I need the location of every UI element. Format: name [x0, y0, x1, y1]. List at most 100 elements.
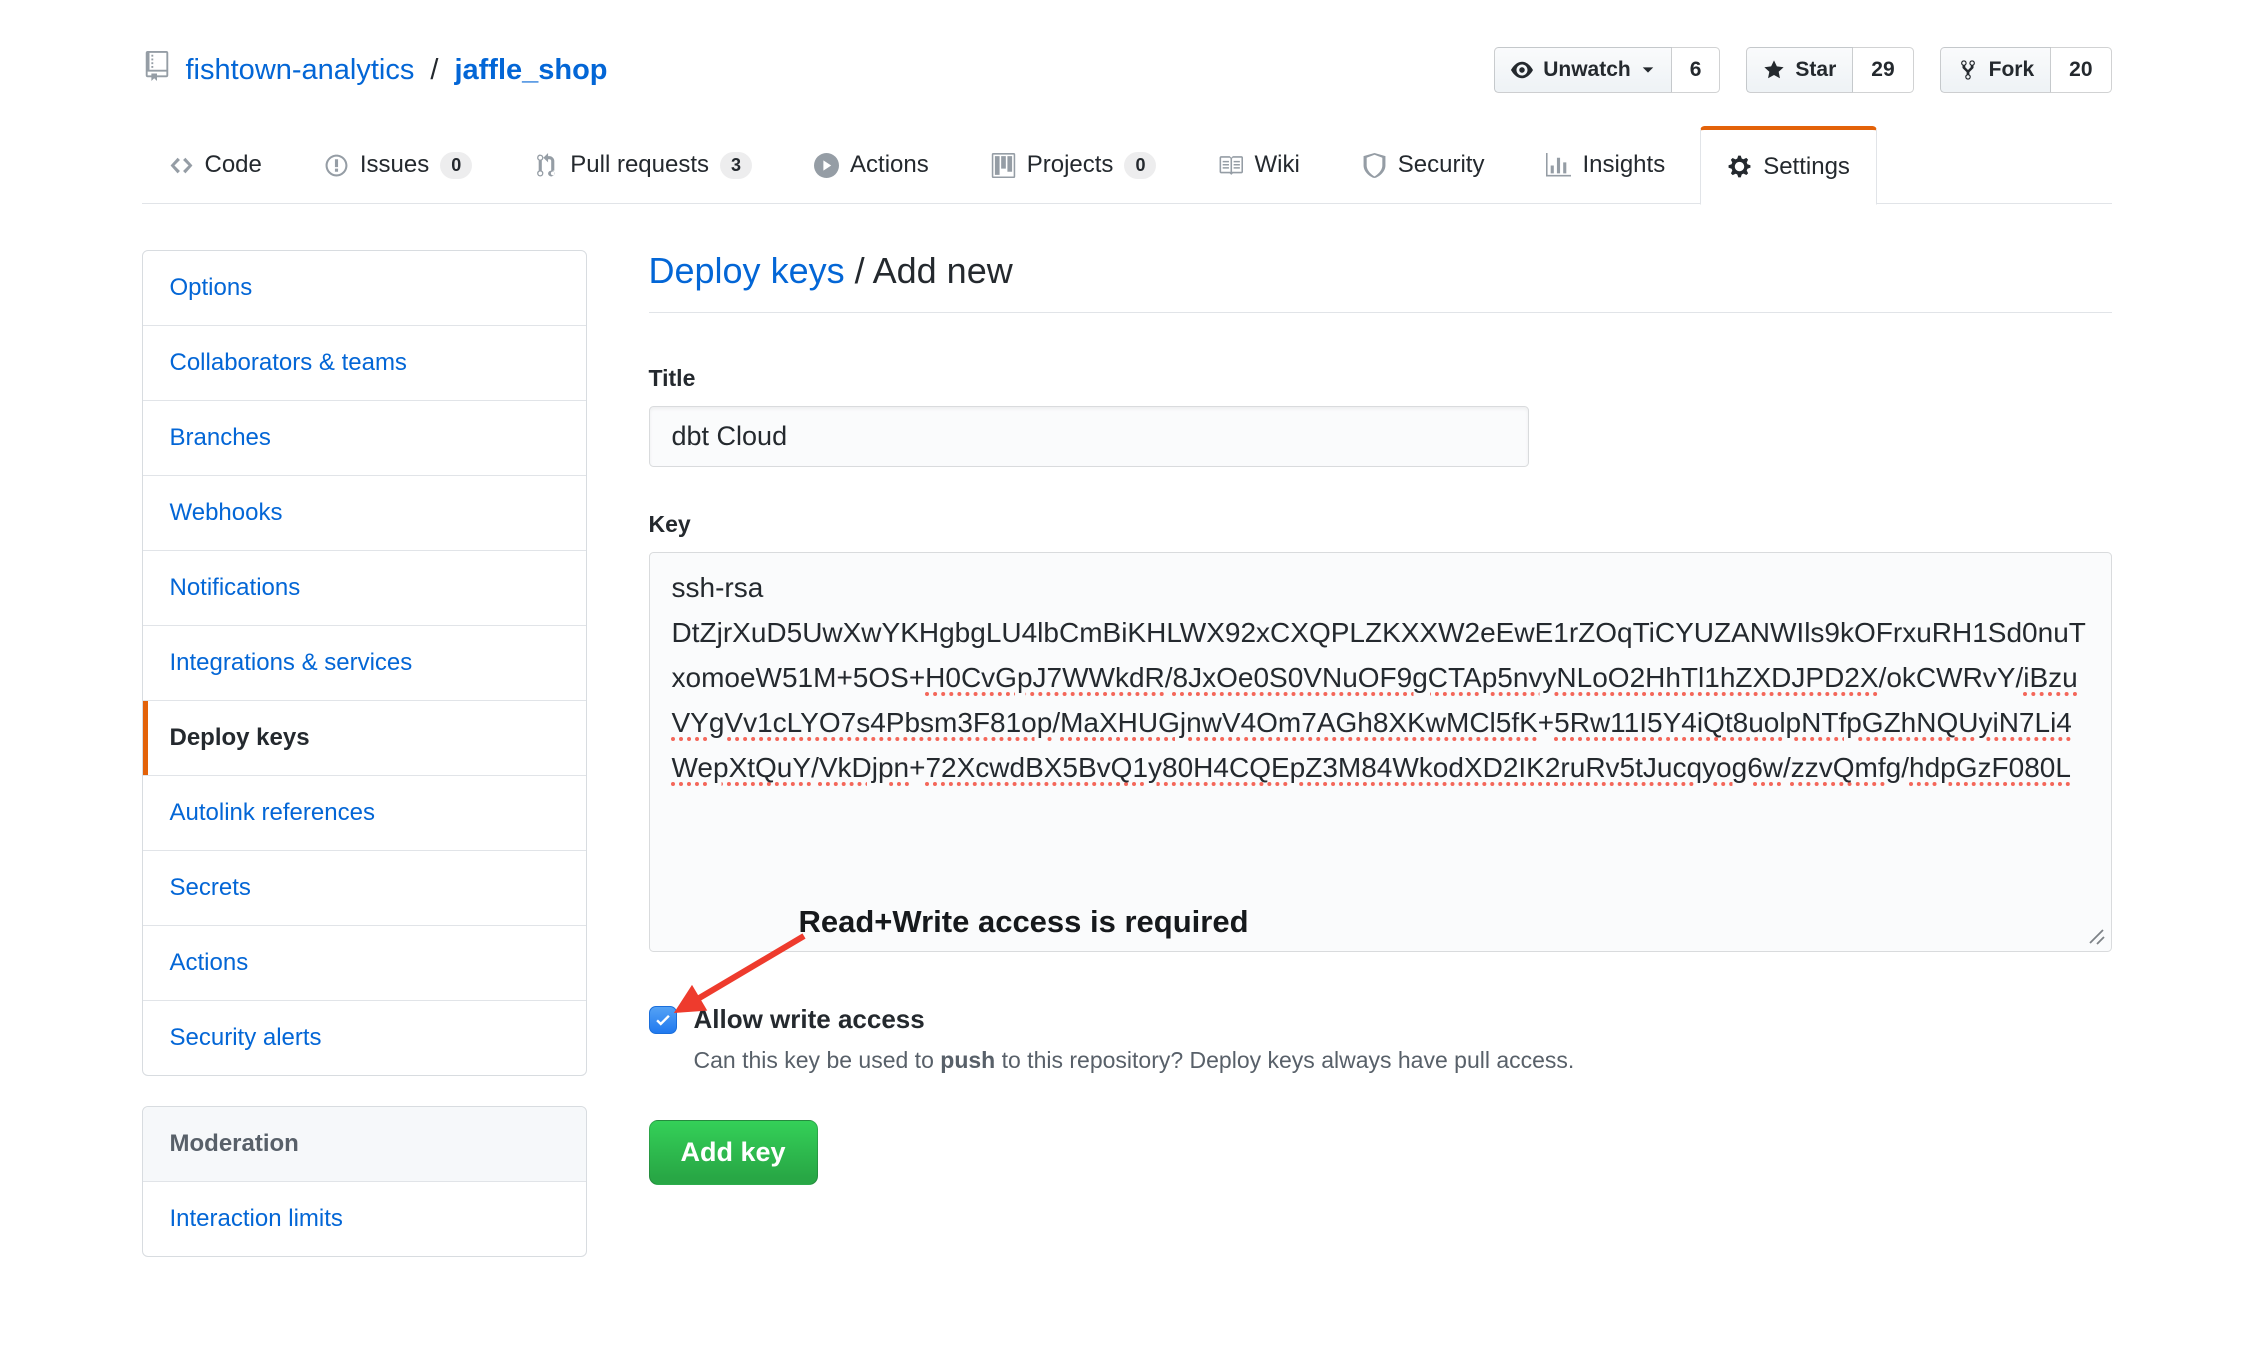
key-textarea[interactable]: ssh-rsa DtZjrXuD5UwXwYKHgbgLU4lbCmBiKHLW…: [649, 552, 2112, 952]
key-segment: /okCWRvY/: [1879, 662, 2024, 693]
title-input[interactable]: [649, 406, 1529, 467]
tab-security[interactable]: Security: [1335, 124, 1512, 203]
moderation-header: Moderation: [143, 1107, 586, 1182]
star-button-group: Star29: [1746, 47, 1913, 93]
repo-nav: CodeIssues0Pull requests3 Actions Projects…: [142, 124, 2112, 204]
star-count[interactable]: 29: [1853, 47, 1913, 93]
tab-pull-requests-label: Pull requests: [570, 151, 709, 179]
key-segment: 72XcwdBX5BvQ1y80H4CQEpZ3M84WkodXD2IK2ruR…: [925, 752, 1783, 783]
tab-projects-label: Projects: [1027, 151, 1114, 179]
tab-actions[interactable]: Actions: [787, 124, 956, 203]
sidebar-item-deploy-keys[interactable]: Deploy keys: [143, 700, 586, 775]
settings-sidebar: OptionsCollaborators & teamsBranchesWebh…: [142, 250, 587, 1257]
allow-write-row: Allow write access: [649, 1004, 2112, 1035]
tab-actions-label: Actions: [850, 151, 929, 179]
fork-count[interactable]: 20: [2051, 47, 2111, 93]
code-icon: [169, 153, 194, 178]
sidebar-item-notifications[interactable]: Notifications: [143, 550, 586, 625]
shield-icon: [1362, 153, 1387, 178]
key-textarea-wrap: ssh-rsa DtZjrXuD5UwXwYKHgbgLU4lbCmBiKHLW…: [649, 552, 2112, 952]
fork-button[interactable]: Fork: [1940, 47, 2052, 93]
sidebar-item-branches[interactable]: Branches: [143, 400, 586, 475]
tab-insights[interactable]: Insights: [1519, 124, 1692, 203]
add-key-button[interactable]: Add key: [649, 1120, 818, 1185]
sidebar-item-integrations-services[interactable]: Integrations & services: [143, 625, 586, 700]
key-segment: zzvQmfg: [1791, 752, 1901, 783]
repo-separator: /: [430, 54, 438, 87]
moderation-items: Interaction limits: [143, 1182, 586, 1256]
project-icon: [991, 153, 1016, 178]
resize-grip-icon[interactable]: [2082, 922, 2106, 946]
tab-wiki-label: Wiki: [1254, 151, 1299, 179]
help-text-post: to this repository? Deploy keys always h…: [995, 1047, 1574, 1073]
tab-projects[interactable]: Projects0: [964, 124, 1184, 203]
key-segment: /: [811, 752, 819, 783]
sidebar-item-interaction-limits[interactable]: Interaction limits: [143, 1182, 586, 1256]
key-segment: /: [1783, 752, 1791, 783]
nav-tabs: CodeIssues0Pull requests3 Actions Projects…: [142, 124, 2112, 203]
key-segment: VkDjpn: [819, 752, 909, 783]
tab-insights-label: Insights: [1582, 151, 1665, 179]
tab-issues[interactable]: Issues0: [297, 124, 499, 203]
sidebar-item-collaborators-teams[interactable]: Collaborators & teams: [143, 325, 586, 400]
key-segment: 8JxOe0S0VNuOF9gCTAp5nvyNLoO2HhTl1hZXDJPD…: [1173, 662, 1879, 693]
page-title: Add new: [873, 250, 1013, 291]
tab-code[interactable]: Code: [142, 124, 289, 203]
tab-settings[interactable]: Settings: [1700, 126, 1877, 205]
add-deploy-key-form: Title Key ssh-rsa DtZjrXuD5UwXwYKHgbgLU4…: [649, 363, 2112, 1185]
tab-wiki[interactable]: Wiki: [1191, 124, 1326, 203]
play-icon: [814, 153, 839, 178]
gear-icon: [1727, 154, 1752, 179]
key-segment: +: [1538, 707, 1554, 738]
settings-menu: OptionsCollaborators & teamsBranchesWebh…: [142, 250, 587, 1076]
unwatch-button-label: Unwatch: [1543, 58, 1631, 82]
key-value: DtZjrXuD5UwXwYKHgbgLU4lbCmBiKHLWX92xCXQP…: [672, 610, 2089, 790]
repo-icon-slot: [142, 51, 172, 89]
repo-owner-link[interactable]: fishtown-analytics: [186, 54, 415, 87]
issue-icon: [324, 153, 349, 178]
fork-icon: [1957, 59, 1979, 81]
sidebar-item-actions[interactable]: Actions: [143, 925, 586, 1000]
tab-pull-requests[interactable]: Pull requests3: [507, 124, 779, 203]
fork-button-group: Fork20: [1940, 47, 2112, 93]
eye-icon: [1511, 59, 1533, 81]
allow-write-help: Can this key be used to push to this rep…: [694, 1047, 2112, 1074]
key-segment: /: [1901, 752, 1909, 783]
unwatch-button[interactable]: Unwatch: [1494, 47, 1672, 93]
key-label: Key: [649, 509, 2112, 539]
annotation-text: Read+Write access is required: [799, 904, 1249, 940]
key-segment: hdpGzF080L: [1909, 752, 2071, 783]
book-icon: [1218, 153, 1243, 178]
sidebar-item-autolink-references[interactable]: Autolink references: [143, 775, 586, 850]
tab-issues-count: 0: [440, 152, 472, 179]
breadcrumb: Deploy keys / Add new: [649, 250, 2112, 313]
star-button[interactable]: Star: [1746, 47, 1853, 93]
moderation-menu: Moderation Interaction limits: [142, 1106, 587, 1257]
sidebar-item-secrets[interactable]: Secrets: [143, 850, 586, 925]
title-label: Title: [649, 363, 2112, 393]
deploy-keys-link[interactable]: Deploy keys: [649, 250, 845, 291]
repo-header: fishtown-analytics / jaffle_shop Unwatch…: [142, 0, 2112, 106]
graph-icon: [1546, 153, 1571, 178]
star-icon: [1763, 59, 1785, 81]
help-text-push: push: [940, 1047, 995, 1073]
key-segment: MaXHUGjnwV4Om7AGh8XKwMCl5fK: [1060, 707, 1538, 738]
tab-settings-label: Settings: [1763, 153, 1850, 181]
breadcrumb-separator: /: [845, 250, 873, 291]
main-panel: Deploy keys / Add new Title Key ssh-rsa …: [649, 250, 2112, 1257]
unwatch-count[interactable]: 6: [1672, 47, 1721, 93]
sidebar-item-security-alerts[interactable]: Security alerts: [143, 1000, 586, 1075]
content: OptionsCollaborators & teamsBranchesWebh…: [142, 250, 2112, 1337]
sidebar-item-options[interactable]: Options: [143, 251, 586, 325]
unwatch-button-group: Unwatch 6: [1494, 47, 1720, 93]
annotation-arrow-icon: [649, 930, 829, 1030]
repo-name-link[interactable]: jaffle_shop: [454, 54, 607, 87]
sidebar-item-webhooks[interactable]: Webhooks: [143, 475, 586, 550]
key-segment: /: [1165, 662, 1173, 693]
key-first-line: ssh-rsa: [672, 565, 2089, 610]
help-text-pre: Can this key be used to: [694, 1047, 941, 1073]
pull-request-icon: [534, 153, 559, 178]
key-segment: H0CvGpJ7WWkdR: [925, 662, 1165, 693]
caret-down-icon: [1641, 63, 1655, 77]
tab-security-label: Security: [1398, 151, 1485, 179]
